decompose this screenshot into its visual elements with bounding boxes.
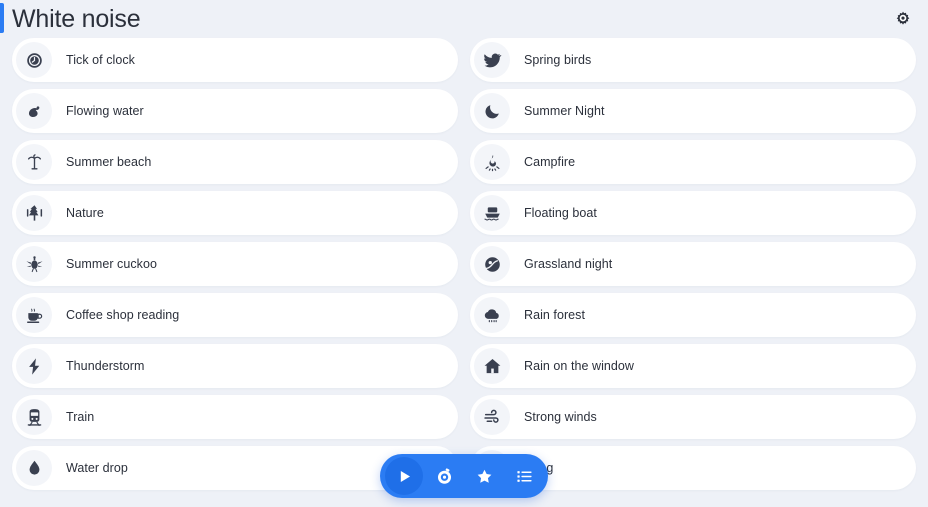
lightning-icon bbox=[16, 348, 52, 384]
sound-card-spring-birds[interactable]: Spring birds bbox=[470, 38, 916, 82]
sound-label: Summer cuckoo bbox=[66, 257, 157, 271]
campfire-icon bbox=[474, 144, 510, 180]
sound-card-grassland-night[interactable]: Grassland night bbox=[470, 242, 916, 286]
settings-button[interactable] bbox=[890, 6, 916, 32]
player-action-bar bbox=[380, 454, 548, 498]
sound-label: Rain on the window bbox=[524, 359, 634, 373]
timer-button[interactable] bbox=[425, 457, 463, 495]
sound-card-flowing-water[interactable]: Flowing water bbox=[12, 89, 458, 133]
sound-card-rain-on-the-window[interactable]: Rain on the window bbox=[470, 344, 916, 388]
title-accent-bar bbox=[0, 3, 4, 33]
wind-icon bbox=[474, 399, 510, 435]
grassland-icon bbox=[474, 246, 510, 282]
palm-tree-icon bbox=[16, 144, 52, 180]
page-title: White noise bbox=[12, 5, 141, 33]
bird-icon bbox=[474, 42, 510, 78]
sound-label: Coffee shop reading bbox=[66, 308, 180, 322]
sound-card-thunderstorm[interactable]: Thunderstorm bbox=[12, 344, 458, 388]
sound-label: Spring birds bbox=[524, 53, 592, 67]
sound-label: Rain forest bbox=[524, 308, 585, 322]
sound-card-tick-of-clock[interactable]: Tick of clock bbox=[12, 38, 458, 82]
sound-label: Grassland night bbox=[524, 257, 613, 271]
sound-card-train[interactable]: Train bbox=[12, 395, 458, 439]
sound-card-summer-cuckoo[interactable]: Summer cuckoo bbox=[12, 242, 458, 286]
sound-label: Water drop bbox=[66, 461, 128, 475]
sound-label: Nature bbox=[66, 206, 104, 220]
sound-card-rain-forest[interactable]: Rain forest bbox=[470, 293, 916, 337]
sound-card-coffee-shop-reading[interactable]: Coffee shop reading bbox=[12, 293, 458, 337]
gear-icon bbox=[894, 10, 912, 28]
sound-card-summer-night[interactable]: Summer Night bbox=[470, 89, 916, 133]
sound-label: Strong winds bbox=[524, 410, 597, 424]
moon-icon bbox=[474, 93, 510, 129]
sound-card-floating-boat[interactable]: Floating boat bbox=[470, 191, 916, 235]
tree-icon bbox=[16, 195, 52, 231]
app-header: White noise bbox=[0, 0, 928, 38]
sound-card-strong-winds[interactable]: Strong winds bbox=[470, 395, 916, 439]
star-icon bbox=[476, 468, 493, 485]
sound-list: Tick of clock Spring birds Flowing water… bbox=[0, 38, 928, 507]
playlist-button[interactable] bbox=[505, 457, 543, 495]
play-button[interactable] bbox=[385, 457, 423, 495]
water-drop-icon bbox=[16, 450, 52, 486]
rain-cloud-icon bbox=[474, 297, 510, 333]
clock-icon bbox=[16, 42, 52, 78]
sound-label: Flowing water bbox=[66, 104, 144, 118]
sound-label: Floating boat bbox=[524, 206, 597, 220]
sound-card-campfire[interactable]: Campfire bbox=[470, 140, 916, 184]
house-icon bbox=[474, 348, 510, 384]
water-flow-icon bbox=[16, 93, 52, 129]
sound-label: Campfire bbox=[524, 155, 576, 169]
sound-label: Summer Night bbox=[524, 104, 605, 118]
timer-icon bbox=[436, 467, 453, 485]
sound-label: Tick of clock bbox=[66, 53, 135, 67]
sound-label: Thunderstorm bbox=[66, 359, 145, 373]
train-icon bbox=[16, 399, 52, 435]
sound-card-summer-beach[interactable]: Summer beach bbox=[12, 140, 458, 184]
play-icon bbox=[396, 468, 413, 485]
list-icon bbox=[516, 468, 533, 485]
coffee-cup-icon bbox=[16, 297, 52, 333]
sound-label: Train bbox=[66, 410, 95, 424]
cuckoo-bird-icon bbox=[16, 246, 52, 282]
boat-icon bbox=[474, 195, 510, 231]
favorites-button[interactable] bbox=[465, 457, 503, 495]
sound-label: Summer beach bbox=[66, 155, 152, 169]
sound-card-nature[interactable]: Nature bbox=[12, 191, 458, 235]
